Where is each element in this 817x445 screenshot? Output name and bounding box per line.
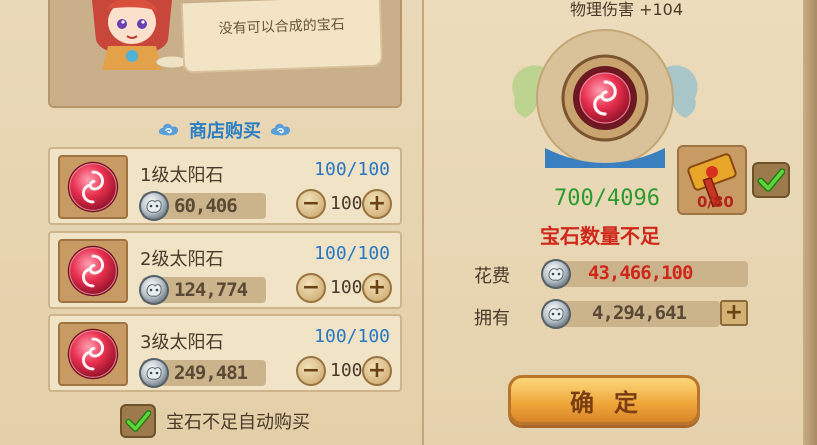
item-stock: 100/100 (314, 326, 390, 347)
speech-bubble: 没有可以合成的宝石 (180, 0, 384, 74)
stat-bonus: 物理伤害 +104 (570, 0, 684, 19)
cost-value: 43,466,100 (588, 262, 693, 284)
material-checkbox[interactable] (752, 162, 790, 198)
confirm-label: 确定 (570, 388, 658, 417)
gem-progress: 700/4096 (554, 186, 660, 211)
panel-border (803, 0, 817, 445)
insufficient-warning: 宝石数量不足 (540, 224, 660, 248)
item-name: 1级太阳石 (140, 165, 224, 186)
gem-slot[interactable] (58, 155, 128, 219)
silver-coin-icon (138, 274, 170, 306)
gem-slot[interactable] (58, 322, 128, 386)
add-funds-button[interactable]: + (720, 300, 748, 326)
item-stock: 100/100 (314, 159, 390, 180)
minus-button[interactable]: − (296, 356, 326, 386)
cost-box: 43,466,100 (544, 261, 748, 287)
silver-coin-icon (540, 298, 572, 330)
confirm-button[interactable]: 确定 (508, 375, 700, 425)
shop-title: 商店购买 (189, 121, 261, 142)
item-price-value: 60,406 (174, 195, 238, 217)
item-price-value: 249,481 (174, 362, 248, 384)
item-price: 60,406 (142, 193, 266, 219)
auto-buy-option[interactable]: 宝石不足自动购买 (120, 404, 310, 438)
item-stock: 100/100 (314, 243, 390, 264)
shop-header: 商店购买 (140, 117, 310, 143)
plus-button[interactable]: + (362, 356, 392, 386)
minus-button[interactable]: − (296, 189, 326, 219)
item-price: 124,774 (142, 277, 266, 303)
shop-item-row-3: 3级太阳石 100/100 249,481 − 100 + (48, 314, 402, 392)
item-name: 2级太阳石 (140, 249, 224, 270)
owned-box: 4,294,641 (544, 301, 720, 327)
cloud-left-icon (157, 120, 181, 140)
cost-label: 花费 (474, 266, 510, 287)
silver-coin-icon (540, 258, 572, 290)
item-name: 3级太阳石 (140, 332, 224, 353)
owned-value: 4,294,641 (592, 302, 687, 324)
silver-coin-icon (138, 357, 170, 389)
material-slot[interactable]: 0/80 (677, 145, 747, 215)
sun-stone-gem-icon (65, 326, 121, 382)
silver-coin-icon (138, 190, 170, 222)
green-check-icon (757, 166, 785, 194)
auto-buy-checkbox[interactable] (120, 404, 156, 438)
gem-slot[interactable] (58, 239, 128, 303)
npc-girl-avatar-icon (92, 0, 189, 70)
material-count: 0/80 (697, 193, 734, 211)
speech-text: 没有可以合成的宝石 (218, 16, 345, 38)
quantity-value: 100 (330, 277, 363, 298)
shop-item-row-1: 1级太阳石 100/100 60,406 − 100 + (48, 147, 402, 225)
cloud-right-icon (269, 120, 293, 140)
shop-item-row-2: 2级太阳石 100/100 124,774 − 100 + (48, 231, 402, 309)
owned-label: 拥有 (474, 308, 510, 329)
minus-button[interactable]: − (296, 273, 326, 303)
auto-buy-label: 宝石不足自动购买 (166, 412, 310, 433)
npc-card: 没有可以合成的宝石 (48, 0, 402, 108)
gem-socket (512, 29, 698, 168)
item-price: 249,481 (142, 360, 266, 386)
plus-button[interactable]: + (362, 189, 392, 219)
quantity-value: 100 (330, 360, 363, 381)
item-price-value: 124,774 (174, 279, 248, 301)
sun-stone-gem-icon (65, 159, 121, 215)
green-check-icon (125, 408, 151, 434)
sun-stone-gem-icon (65, 243, 121, 299)
plus-button[interactable]: + (362, 273, 392, 303)
quantity-value: 100 (330, 193, 363, 214)
